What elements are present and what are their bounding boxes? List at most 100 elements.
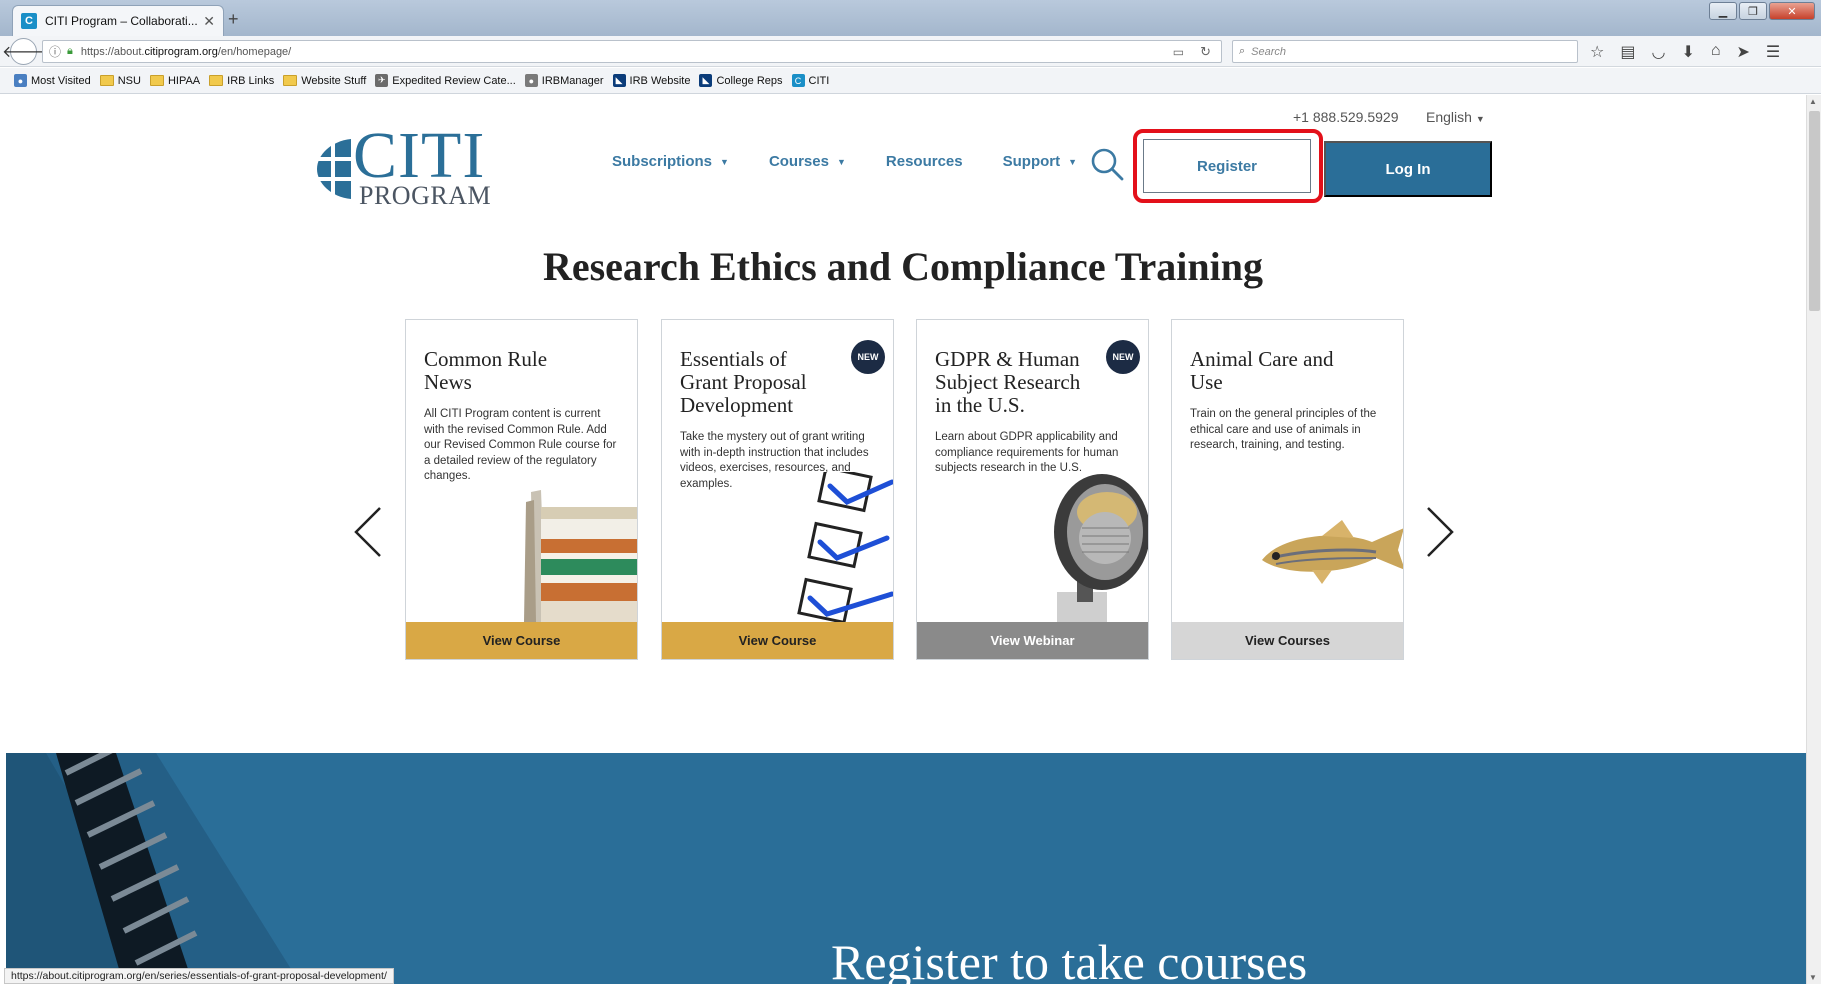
register-section: Register to take courses: [6, 753, 1806, 984]
card-title[interactable]: Common Rule News: [424, 348, 604, 394]
browser-tab[interactable]: C CITI Program – Collaborati... ✕: [12, 5, 224, 36]
bookmark-label: Most Visited: [31, 74, 91, 87]
browser-toolbar-icons: ☆ ▤ ◡ ⬇ ⌂ ➤ ☰: [1590, 42, 1780, 62]
bookmark-item[interactable]: ✈ Expedited Review Cate...: [375, 74, 516, 87]
card-title-line: Animal Care and: [1190, 347, 1334, 371]
tab-title: CITI Program – Collaborati...: [45, 14, 198, 28]
nav-item-label: Subscriptions: [612, 153, 713, 170]
bookmark-item[interactable]: ◣ College Reps: [699, 74, 783, 87]
card-title-line: Subject Research: [935, 370, 1081, 394]
url-bar[interactable]: ⓘ 🔒︎ https://about.citiprogram.org/en/ho…: [42, 40, 1222, 63]
back-arrow-icon[interactable]: 🡐: [2, 38, 45, 65]
carousel-prev-icon[interactable]: [350, 502, 390, 562]
new-badge: NEW: [851, 340, 885, 374]
card-title-line: Grant Proposal: [680, 370, 807, 394]
bookmark-label: IRB Links: [227, 74, 275, 87]
bookmark-item[interactable]: ◣ IRB Website: [612, 74, 690, 87]
page-scrollbar[interactable]: ▲ ▼: [1806, 95, 1821, 984]
login-button[interactable]: Log In: [1324, 141, 1492, 197]
download-icon[interactable]: ⬇: [1681, 42, 1694, 62]
bookmark-label: HIPAA: [167, 74, 201, 87]
bookmark-label: Expedited Review Cate...: [392, 74, 516, 87]
card-illustration: [917, 472, 1148, 622]
browser-search-input[interactable]: ⌕ Search: [1232, 40, 1578, 63]
nav-item-subscriptions[interactable]: Subscriptions ▼: [612, 153, 729, 170]
bookmark-item[interactable]: C CITI: [791, 74, 830, 87]
bookmark-star-icon[interactable]: ☆: [1590, 42, 1604, 62]
register-section-headline: Register to take courses: [831, 934, 1308, 984]
reload-icon[interactable]: ↻: [1200, 44, 1211, 60]
card-title[interactable]: Animal Care and Use: [1190, 348, 1370, 394]
bookmark-item[interactable]: NSU: [99, 75, 141, 87]
status-bar-url: https://about.citiprogram.org/en/series/…: [4, 968, 394, 984]
citi-program-logo[interactable]: CITI PROGRAM: [313, 123, 491, 209]
browser-titlebar: C CITI Program – Collaborati... ✕ + ▁ ❐ …: [0, 0, 1821, 36]
new-badge: NEW: [1106, 340, 1140, 374]
nav-item-courses[interactable]: Courses ▼: [769, 153, 846, 170]
course-card[interactable]: GDPR & Human Subject Research in the U.S. L…: [916, 319, 1149, 660]
card-view-button[interactable]: View Webinar: [917, 622, 1148, 659]
register-button[interactable]: Register: [1143, 139, 1311, 193]
bookmarks-library-icon[interactable]: ▤: [1620, 42, 1635, 62]
card-title-line: Development: [680, 393, 794, 417]
home-icon[interactable]: ⌂: [1711, 42, 1721, 62]
info-icon[interactable]: ⓘ: [49, 43, 61, 60]
bookmark-label: College Reps: [716, 74, 783, 87]
card-illustration: [662, 465, 893, 625]
bookmark-label: CITI: [808, 74, 830, 87]
bookmark-item[interactable]: Website Stuff: [283, 75, 366, 87]
scroll-thumb[interactable]: [1809, 111, 1820, 311]
bookmark-item[interactable]: ● IRBManager: [524, 74, 604, 87]
card-title[interactable]: GDPR & Human Subject Research in the U.S.: [935, 348, 1115, 417]
pocket-icon[interactable]: ◡: [1651, 42, 1665, 62]
scroll-down-icon[interactable]: ▼: [1809, 973, 1817, 982]
globe-logo-icon: [315, 137, 353, 201]
card-illustration: [1172, 472, 1403, 622]
hamburger-menu-icon[interactable]: ☰: [1766, 42, 1780, 62]
url-text: https://about.citiprogram.org/en/homepag…: [80, 45, 292, 58]
card-title[interactable]: Essentials of Grant Proposal Development: [680, 348, 860, 417]
card-view-button[interactable]: View Course: [662, 622, 893, 659]
nsu-shark-icon: ◣: [699, 74, 713, 87]
course-card[interactable]: Common Rule News All CITI Program content …: [405, 319, 638, 660]
most-visited-icon: ●: [14, 74, 27, 87]
bookmark-label: Website Stuff: [301, 74, 367, 87]
citi-favicon-icon: C: [21, 13, 37, 29]
send-icon[interactable]: ➤: [1737, 42, 1750, 62]
restore-icon[interactable]: ❐: [1739, 2, 1767, 20]
webpage: +1 888.529.5929 English ▼ CITI PROGRAM S…: [0, 95, 1806, 984]
folder-icon: [209, 75, 224, 86]
card-view-button[interactable]: View Courses: [1172, 622, 1403, 659]
card-title-line: Essentials of: [680, 347, 787, 371]
nav-item-support[interactable]: Support ▼: [1003, 153, 1077, 170]
irbmanager-icon: ●: [524, 74, 538, 87]
card-title-line: in the U.S.: [935, 393, 1025, 417]
card-view-button[interactable]: View Course: [406, 622, 637, 659]
phone-number[interactable]: +1 888.529.5929: [1293, 109, 1399, 125]
course-card[interactable]: Animal Care and Use Train on the general p…: [1171, 319, 1404, 660]
search-placeholder: Search: [1251, 45, 1287, 58]
course-card[interactable]: Essentials of Grant Proposal Development Ta…: [661, 319, 894, 660]
card-title-line: News: [424, 370, 472, 394]
minimize-icon[interactable]: ▁: [1709, 2, 1737, 20]
window-controls: ▁ ❐ ✕: [1709, 2, 1815, 20]
caret-down-icon: ▼: [720, 156, 729, 167]
logo-text-citi: CITI: [353, 119, 486, 192]
main-nav: Subscriptions ▼ Courses ▼ Resources Support ▼: [612, 153, 1077, 170]
carousel-next-icon[interactable]: [1420, 502, 1460, 562]
search-icon[interactable]: [1090, 147, 1124, 181]
nav-item-resources[interactable]: Resources: [886, 153, 963, 170]
search-icon: ⌕: [1239, 45, 1246, 57]
bookmark-item[interactable]: HIPAA: [149, 74, 201, 87]
reader-view-icon[interactable]: ▭: [1173, 45, 1184, 59]
window-close-icon[interactable]: ✕: [1769, 2, 1815, 20]
close-tab-icon[interactable]: ✕: [203, 13, 215, 30]
nav-item-label: Support: [1002, 153, 1061, 170]
language-selector[interactable]: English ▼: [1426, 109, 1485, 125]
new-tab-icon[interactable]: +: [228, 9, 239, 30]
bookmark-item[interactable]: ● Most Visited: [14, 74, 91, 87]
caret-down-icon: ▼: [1068, 156, 1078, 167]
bookmark-label: IRBManager: [541, 74, 604, 87]
scroll-up-icon[interactable]: ▲: [1809, 97, 1817, 106]
bookmark-item[interactable]: IRB Links: [209, 75, 274, 87]
